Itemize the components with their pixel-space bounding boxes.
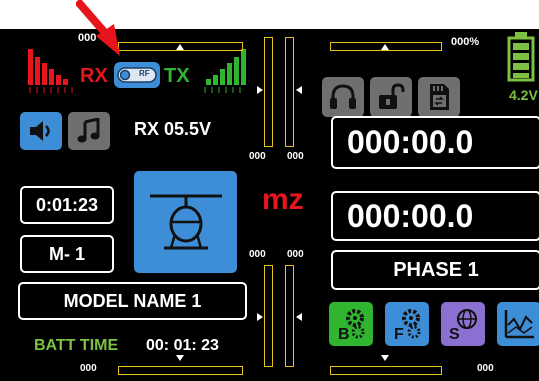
tx-signal-bars (204, 49, 246, 93)
bottom-left-trim-marker (176, 355, 184, 361)
rf-switch-icon (117, 67, 157, 83)
rx-voltage: RX 05.5V (134, 119, 212, 139)
music-button[interactable] (68, 112, 110, 150)
telemetry-graph-button[interactable] (497, 302, 539, 346)
vertical-trim-value-2: 000 (287, 151, 304, 162)
headphones-button[interactable] (322, 77, 364, 117)
function-settings-icon: F (394, 309, 421, 341)
transmitter-screen: RX RF TX 000 000% 4.2V RX 05.5V 000 000 … (0, 29, 539, 381)
bottom-right-trim-value: 000 (477, 363, 494, 374)
mz-logo: mz (262, 183, 304, 216)
sd-card-icon (430, 84, 449, 110)
vertical-trim-marker-1 (257, 86, 263, 94)
helicopter-icon (149, 194, 222, 250)
batt-time-label: BATT TIME (34, 337, 119, 354)
timer-2-display[interactable]: 000:00.0 (331, 191, 539, 241)
system-settings-icon: S (449, 309, 477, 341)
svg-text:B: B (338, 326, 350, 341)
speaker-button[interactable] (20, 112, 62, 150)
vertical-trim-bar-2[interactable] (285, 37, 294, 147)
top-left-trim-marker (176, 44, 184, 50)
bottom-left-trim-bar[interactable] (118, 366, 243, 375)
vertical-trim-value-3: 000 (249, 249, 266, 260)
system-settings-button[interactable]: S (441, 302, 485, 346)
vertical-trim-bar-1[interactable] (264, 37, 273, 147)
svg-text:S: S (449, 326, 460, 341)
function-settings-button[interactable]: F (385, 302, 429, 346)
timer-1-display[interactable]: 000:00.0 (331, 116, 539, 169)
base-settings-button[interactable]: B (329, 302, 373, 346)
lock-button[interactable] (370, 77, 412, 117)
svg-text:F: F (394, 326, 404, 341)
battery-icon (507, 32, 535, 82)
vertical-trim-value-4: 000 (287, 249, 304, 260)
rf-toggle-button[interactable]: RF (114, 62, 160, 88)
model-timer[interactable]: 0:01:23 (20, 186, 114, 224)
headphones-icon (330, 84, 356, 109)
batt-time-value: 00: 01: 23 (146, 337, 219, 354)
red-pointer-arrow (76, 0, 120, 56)
base-settings-icon: B (338, 309, 365, 341)
top-right-trim-marker (381, 44, 389, 50)
top-right-trim-value: 000% (451, 36, 480, 48)
bottom-left-trim-value: 000 (80, 363, 97, 374)
sd-card-button[interactable] (418, 77, 460, 117)
vertical-trim-bar-3[interactable] (264, 265, 273, 367)
unlock-icon (379, 83, 405, 109)
model-memory[interactable]: M- 1 (20, 235, 114, 273)
rf-label: RF (139, 69, 150, 78)
bottom-right-trim-bar[interactable] (330, 366, 442, 375)
battery-voltage: 4.2V (509, 87, 538, 103)
model-name[interactable]: MODEL NAME 1 (18, 282, 247, 320)
bottom-right-trim-marker (381, 355, 389, 361)
phase-display[interactable]: PHASE 1 (331, 250, 539, 290)
vertical-trim-marker-4 (296, 313, 302, 321)
rx-label: RX (80, 65, 108, 87)
model-image-button[interactable] (134, 171, 237, 273)
telemetry-graph-icon (504, 310, 534, 339)
vertical-trim-marker-2 (296, 86, 302, 94)
vertical-trim-bar-4[interactable] (285, 265, 294, 367)
vertical-trim-marker-3 (257, 313, 263, 321)
tx-label: TX (164, 65, 190, 87)
vertical-trim-value-1: 000 (249, 151, 266, 162)
music-note-icon (77, 118, 100, 143)
speaker-icon (30, 121, 50, 141)
